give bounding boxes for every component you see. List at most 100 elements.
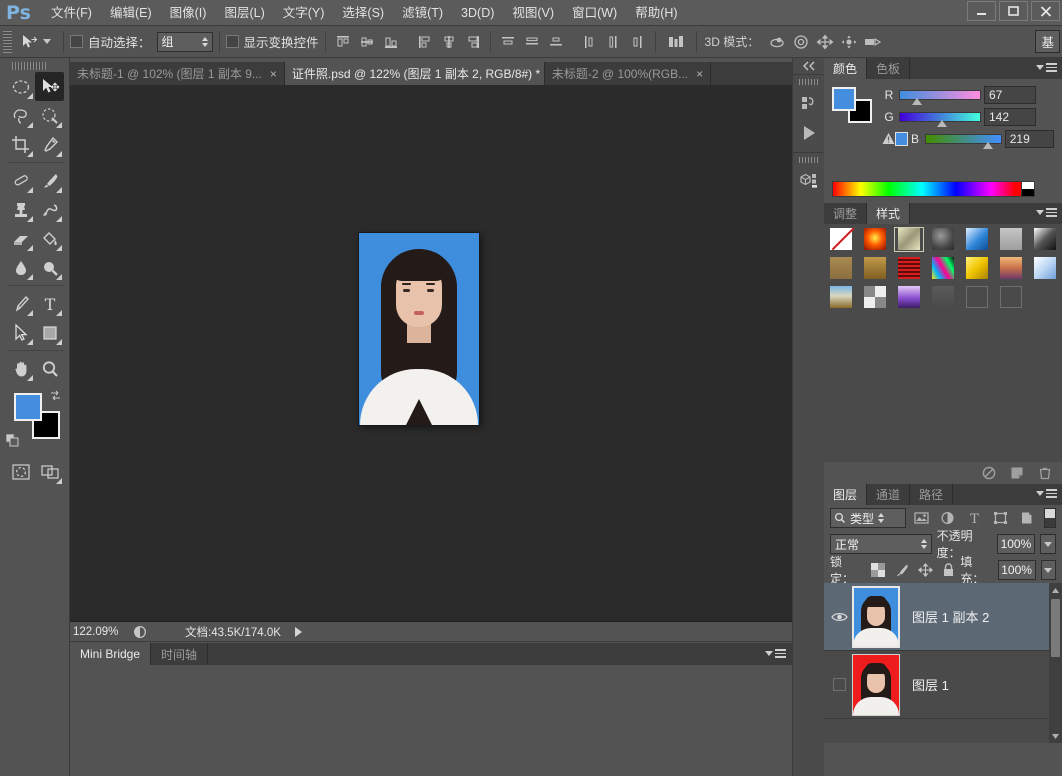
document-tab-3[interactable]: 未标题-2 @ 100%(RGB... × bbox=[544, 62, 712, 85]
style-landscape[interactable] bbox=[824, 283, 858, 312]
filter-adjustment-layers-icon[interactable] bbox=[937, 508, 958, 528]
align-bottom-edges-icon[interactable] bbox=[380, 31, 402, 53]
menu-image[interactable]: 图像(I) bbox=[161, 0, 216, 26]
type-tool[interactable]: T bbox=[35, 289, 64, 318]
actions-panel-icon[interactable] bbox=[793, 118, 825, 148]
style-sunset[interactable] bbox=[994, 254, 1028, 283]
3d-dock-grip[interactable] bbox=[798, 157, 819, 163]
foreground-color-swatch[interactable] bbox=[14, 393, 42, 421]
menu-layer[interactable]: 图层(L) bbox=[215, 0, 273, 26]
zoom-level[interactable]: 122.09% bbox=[73, 623, 131, 641]
3d-panel-icon[interactable] bbox=[793, 166, 825, 196]
layer-row-1[interactable]: 图层 1 副本 2 bbox=[824, 583, 1062, 651]
show-transform-checkbox[interactable] bbox=[225, 35, 239, 48]
layers-panel-menu-icon[interactable] bbox=[1036, 489, 1057, 498]
channel-b-value[interactable]: 219 bbox=[1004, 130, 1055, 148]
filter-type-layers-icon[interactable]: T bbox=[963, 508, 984, 528]
color-spectrum-whiteblack[interactable] bbox=[1021, 181, 1035, 197]
rotate-3d-icon[interactable] bbox=[765, 31, 789, 53]
style-gray-flat[interactable] bbox=[994, 225, 1028, 254]
menu-file[interactable]: 文件(F) bbox=[42, 0, 101, 26]
style-rainbow-noise[interactable] bbox=[926, 254, 960, 283]
move-tool[interactable] bbox=[35, 72, 64, 101]
distribute-horizontal-centers-icon[interactable] bbox=[603, 31, 625, 53]
style-tan-1[interactable] bbox=[824, 254, 858, 283]
zoom-tool[interactable] bbox=[35, 354, 64, 383]
style-red-stripes[interactable] bbox=[892, 254, 926, 283]
distribute-top-edges-icon[interactable] bbox=[497, 31, 519, 53]
dodge-tool[interactable] bbox=[35, 253, 64, 282]
layers-scrollbar[interactable] bbox=[1049, 583, 1062, 743]
auto-align-layers-icon[interactable] bbox=[662, 31, 690, 53]
channel-g-value[interactable]: 142 bbox=[984, 108, 1036, 126]
quick-mask-icon[interactable] bbox=[6, 457, 35, 486]
eraser-tool[interactable] bbox=[6, 224, 35, 253]
quick-selection-tool[interactable] bbox=[35, 101, 64, 130]
layers-scroll-thumb[interactable] bbox=[1051, 599, 1060, 657]
blur-tool[interactable] bbox=[6, 253, 35, 282]
style-empty-1[interactable] bbox=[926, 283, 960, 312]
toolbox-grip[interactable] bbox=[12, 62, 46, 70]
eyedropper-tool[interactable] bbox=[35, 130, 64, 159]
swap-colors-icon[interactable] bbox=[49, 389, 62, 402]
maximize-button[interactable] bbox=[999, 1, 1028, 21]
menu-filter[interactable]: 滤镜(T) bbox=[393, 0, 452, 26]
clone-stamp-tool[interactable] bbox=[6, 195, 35, 224]
document-profile-icon[interactable] bbox=[131, 624, 149, 640]
scroll-up-arrow-icon[interactable] bbox=[1049, 583, 1062, 597]
menu-window[interactable]: 窗口(W) bbox=[563, 0, 626, 26]
fill-dropdown-icon[interactable] bbox=[1040, 560, 1057, 580]
style-blue-gradient[interactable] bbox=[960, 225, 994, 254]
screen-mode-icon[interactable] bbox=[35, 457, 64, 486]
lock-position-icon[interactable] bbox=[918, 563, 934, 577]
channel-r-slider[interactable] bbox=[899, 90, 981, 105]
filter-smart-objects-icon[interactable] bbox=[1016, 508, 1037, 528]
tab-paths[interactable]: 路径 bbox=[910, 484, 954, 505]
minimize-button[interactable] bbox=[967, 1, 996, 21]
document-tab-3-close-icon[interactable]: × bbox=[696, 67, 703, 81]
style-noise-texture[interactable] bbox=[858, 283, 892, 312]
tab-styles[interactable]: 样式 bbox=[867, 203, 911, 224]
tab-layers[interactable]: 图层 bbox=[824, 484, 868, 505]
filter-shape-layers-icon[interactable] bbox=[990, 508, 1011, 528]
menu-help[interactable]: 帮助(H) bbox=[626, 0, 686, 26]
align-right-edges-icon[interactable] bbox=[462, 31, 484, 53]
style-black-white-fade[interactable] bbox=[1028, 225, 1062, 254]
style-light-blue-bevel[interactable] bbox=[1028, 254, 1062, 283]
hand-tool[interactable] bbox=[6, 354, 35, 383]
scale-3d-camera-icon[interactable] bbox=[861, 31, 885, 53]
gamut-replacement-swatch[interactable] bbox=[895, 132, 909, 146]
tab-color[interactable]: 颜色 bbox=[824, 58, 868, 79]
default-colors-icon[interactable] bbox=[6, 434, 19, 447]
distribute-left-edges-icon[interactable] bbox=[579, 31, 601, 53]
menu-3d[interactable]: 3D(D) bbox=[452, 0, 503, 26]
history-panel-icon[interactable] bbox=[793, 88, 825, 118]
crop-tool[interactable] bbox=[6, 130, 35, 159]
menu-edit[interactable]: 编辑(E) bbox=[101, 0, 161, 26]
tab-swatches[interactable]: 色板 bbox=[867, 58, 911, 79]
layer-1-name[interactable]: 图层 1 副本 2 bbox=[912, 607, 989, 626]
status-menu-arrow-icon[interactable] bbox=[294, 626, 302, 637]
options-bar-grip[interactable] bbox=[3, 30, 12, 53]
tab-channels[interactable]: 通道 bbox=[867, 484, 911, 505]
filter-pixel-layers-icon[interactable] bbox=[911, 508, 932, 528]
tab-mini-bridge[interactable]: Mini Bridge bbox=[70, 643, 152, 665]
filter-enable-toggle[interactable] bbox=[1044, 508, 1057, 528]
roll-3d-icon[interactable] bbox=[789, 31, 813, 53]
style-empty-3[interactable] bbox=[994, 283, 1028, 312]
align-top-edges-icon[interactable] bbox=[332, 31, 354, 53]
align-left-edges-icon[interactable] bbox=[414, 31, 436, 53]
color-panel-foreground-swatch[interactable] bbox=[832, 87, 856, 111]
auto-select-dropdown[interactable]: 组 bbox=[156, 31, 213, 52]
lock-all-icon[interactable] bbox=[942, 563, 955, 577]
layer-2-name[interactable]: 图层 1 bbox=[912, 675, 949, 694]
menu-select[interactable]: 选择(S) bbox=[333, 0, 393, 26]
healing-brush-tool[interactable] bbox=[6, 166, 35, 195]
path-selection-tool[interactable] bbox=[6, 318, 35, 347]
clear-style-icon[interactable] bbox=[982, 466, 996, 480]
auto-select-checkbox[interactable] bbox=[70, 35, 83, 48]
new-style-icon[interactable] bbox=[1010, 466, 1024, 480]
lock-image-pixels-icon[interactable] bbox=[894, 563, 909, 577]
menu-type[interactable]: 文字(Y) bbox=[274, 0, 334, 26]
color-spectrum-ramp[interactable] bbox=[832, 181, 1032, 197]
